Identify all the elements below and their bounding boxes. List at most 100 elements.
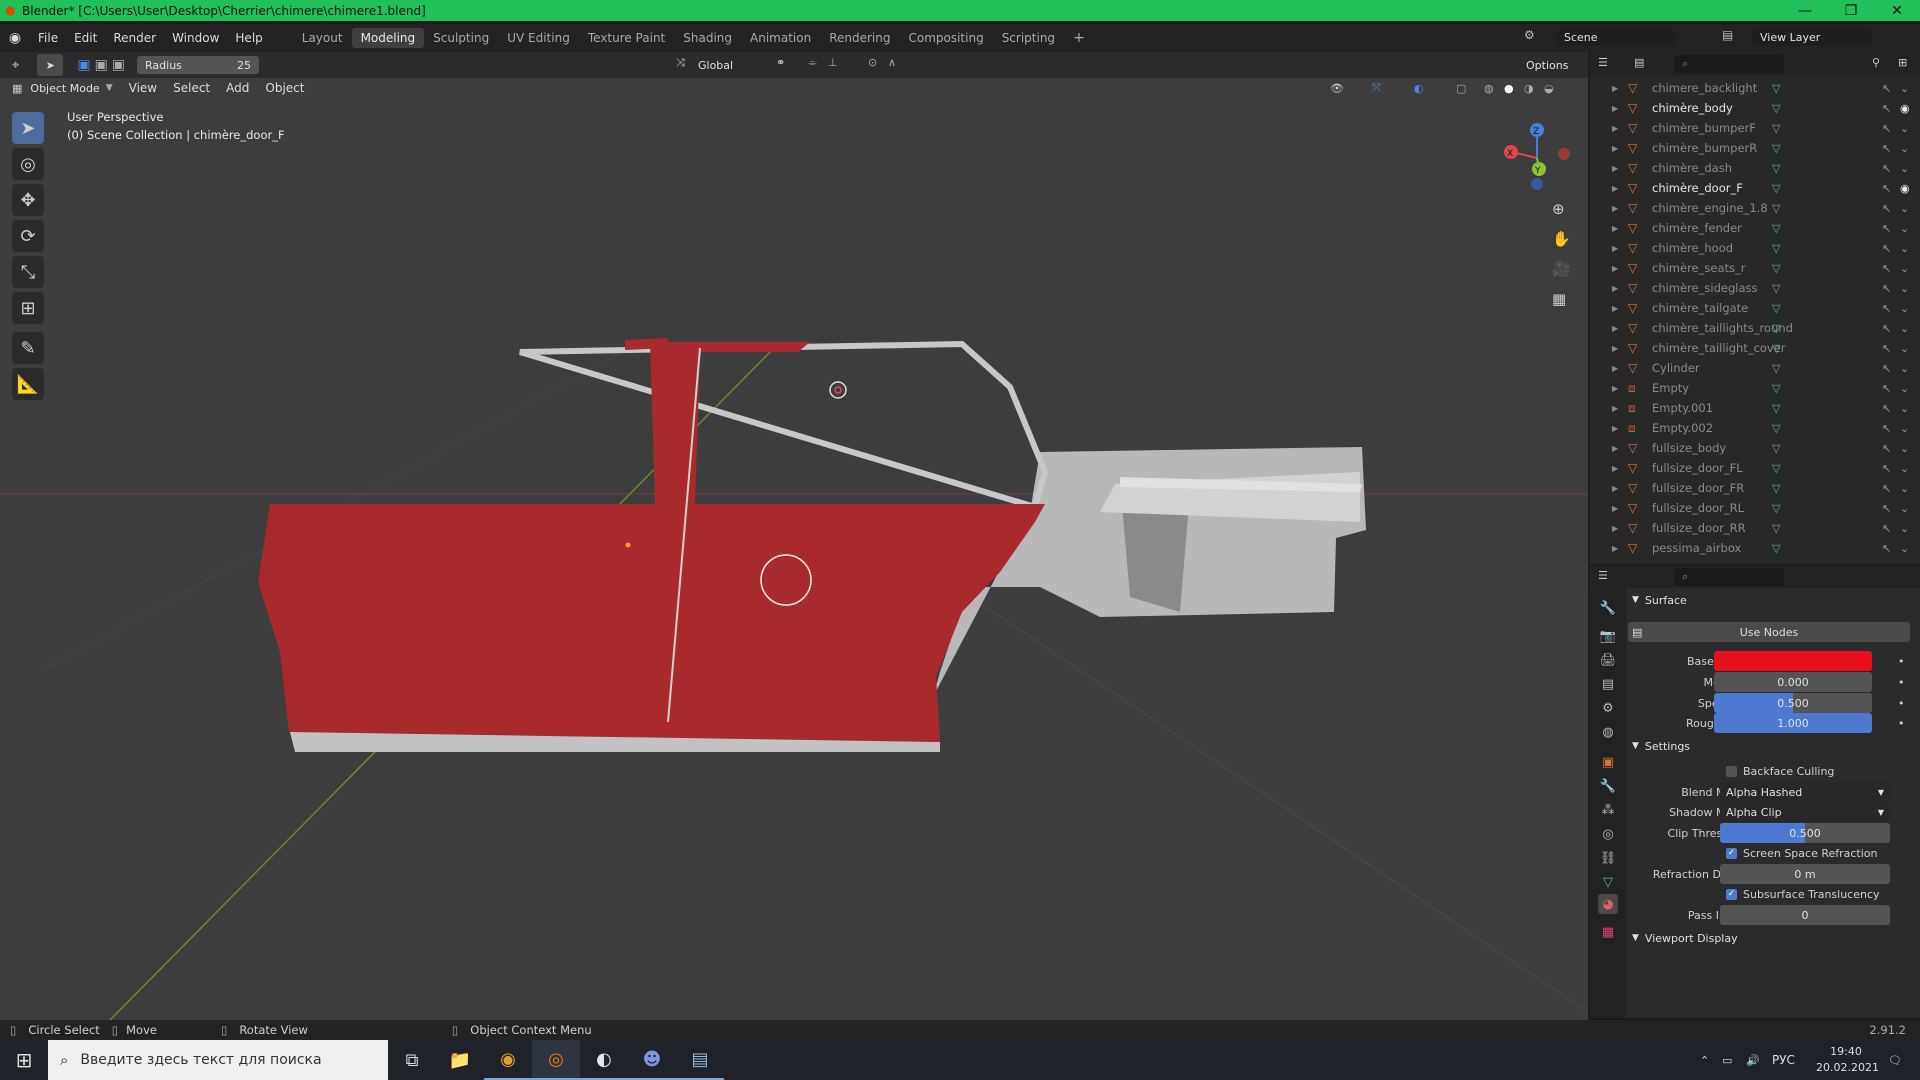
selectable-toggle-icon[interactable]: ↖ [1882, 402, 1891, 415]
scene-selector[interactable]: Scene [1556, 28, 1676, 46]
select-circle-tool[interactable]: ➤ [12, 112, 44, 144]
properties-search-input[interactable]: ⌕ [1674, 568, 1784, 586]
visibility-toggle-icon[interactable]: ⌄ [1900, 442, 1909, 455]
app-window-icon[interactable]: ▤ [676, 1040, 724, 1080]
gizmo-toggle-icon[interactable]: ⤧ [1372, 81, 1381, 95]
visibility-icon[interactable]: 👁 [1330, 82, 1344, 95]
visibility-toggle-icon[interactable]: ⌄ [1900, 242, 1909, 255]
visibility-toggle-icon[interactable]: ⌄ [1900, 402, 1909, 415]
expand-arrow-icon[interactable]: ▶ [1612, 384, 1618, 393]
falloff-icon[interactable]: ∧ [888, 56, 896, 69]
outliner-item[interactable]: ▶ ▽ Cylinder ▽ ↖ ⌄ [1590, 358, 1920, 378]
outliner-item[interactable]: ▶ ▽ chimère_taillight_cover ▽ ↖ ⌄ [1590, 338, 1920, 358]
visibility-toggle-icon[interactable]: ⌄ [1900, 262, 1909, 275]
expand-arrow-icon[interactable]: ▶ [1612, 544, 1618, 553]
3d-viewport[interactable]: Z X Y ⊕ ✋ 🎥 ▦ User Perspective (0) Scene… [0, 52, 1588, 1020]
outliner-item[interactable]: ▶ ▽ fullsize_door_RL ▽ ↖ ⌄ [1590, 498, 1920, 518]
blender-menu-icon[interactable]: ◉ [0, 30, 30, 46]
viewport-menu-add[interactable]: Add [218, 81, 257, 95]
visibility-toggle-icon[interactable]: ⌄ [1900, 322, 1909, 335]
selectable-toggle-icon[interactable]: ↖ [1882, 342, 1891, 355]
visibility-toggle-icon[interactable]: ⌄ [1900, 382, 1909, 395]
visibility-toggle-icon[interactable]: ◉ [1900, 182, 1910, 195]
select-mode-extend-icon[interactable]: ▣ [95, 57, 108, 73]
outliner-item[interactable]: ▶ ⧈ Empty.002 ▽ ↖ ⌄ [1590, 418, 1920, 438]
outliner-item[interactable]: ▶ ▽ fullsize_door_FR ▽ ↖ ⌄ [1590, 478, 1920, 498]
outliner-item[interactable]: ▶ ▽ chimère_sideglass ▽ ↖ ⌄ [1590, 278, 1920, 298]
language-indicator[interactable]: РУС [1772, 1053, 1795, 1067]
file-explorer-icon[interactable]: 📁 [436, 1040, 484, 1080]
network-icon[interactable]: ▭ [1722, 1054, 1732, 1067]
outliner-item[interactable]: ▶ ▽ chimère_engine_1.8 ▽ ↖ ⌄ [1590, 198, 1920, 218]
outliner-item[interactable]: ▶ ▽ pessima_airbox ▽ ↖ ⌄ [1590, 538, 1920, 558]
visibility-toggle-icon[interactable]: ⌄ [1900, 482, 1909, 495]
visibility-toggle-icon[interactable]: ⌄ [1900, 302, 1909, 315]
navigation-gizmo[interactable]: Z X Y [1492, 116, 1582, 196]
outliner-item[interactable]: ▶ ▽ chimère_bumperF ▽ ↖ ⌄ [1590, 118, 1920, 138]
options-dropdown[interactable]: Options [1518, 56, 1580, 74]
workspace-tab-shading[interactable]: Shading [674, 28, 741, 48]
pass-index-field[interactable]: 0 [1720, 905, 1890, 925]
menu-window[interactable]: Window [164, 31, 227, 45]
rendered-shading-icon[interactable]: ◒ [1544, 82, 1554, 95]
outliner-item[interactable]: ▶ ▽ chimère_seats_r ▽ ↖ ⌄ [1590, 258, 1920, 278]
material-shading-icon[interactable]: ◑ [1524, 82, 1534, 95]
blend-mode-dropdown[interactable]: Alpha Hashed ▼ [1720, 782, 1890, 802]
editor-type-icon[interactable]: ⌖ [12, 58, 19, 73]
workspace-tab-uv-editing[interactable]: UV Editing [498, 28, 579, 48]
display-mode-icon[interactable]: ▤ [1634, 56, 1644, 69]
outliner-item[interactable]: ▶ ▽ chimère_door_F ▽ ↖ ◉ [1590, 178, 1920, 198]
workspace-tab-layout[interactable]: Layout [293, 28, 352, 48]
zoom-icon[interactable]: ⊕ [1552, 200, 1565, 218]
visibility-toggle-icon[interactable]: ⌄ [1900, 502, 1909, 515]
outliner-item[interactable]: ▶ ▽ chimère_taillights_round ▽ ↖ ⌄ [1590, 318, 1920, 338]
tray-chevron-icon[interactable]: ⌃ [1700, 1054, 1709, 1067]
menu-help[interactable]: Help [227, 31, 270, 45]
selectable-toggle-icon[interactable]: ↖ [1882, 542, 1891, 555]
viewport-menu-view[interactable]: View [121, 81, 165, 95]
expand-arrow-icon[interactable]: ▶ [1612, 164, 1618, 173]
roughness-slider[interactable]: 1.000 [1714, 713, 1872, 733]
outliner-item[interactable]: ▶ ▽ chimère_tailgate ▽ ↖ ⌄ [1590, 298, 1920, 318]
selectable-toggle-icon[interactable]: ↖ [1882, 282, 1891, 295]
outliner-search-input[interactable]: ⌕ [1674, 55, 1784, 73]
render-tab-icon[interactable]: 📷 [1598, 626, 1618, 646]
pivot-icon[interactable]: ⚭ [776, 56, 785, 69]
clip-threshold-slider[interactable]: 0.500 [1720, 823, 1890, 843]
expand-arrow-icon[interactable]: ▶ [1612, 424, 1618, 433]
selectable-toggle-icon[interactable]: ↖ [1882, 522, 1891, 535]
expand-arrow-icon[interactable]: ▶ [1612, 264, 1618, 273]
snap-icon[interactable]: ⌯ [808, 56, 817, 70]
visibility-toggle-icon[interactable]: ◉ [1900, 102, 1910, 115]
specular-slider[interactable]: 0.500 [1714, 693, 1872, 713]
selectable-toggle-icon[interactable]: ↖ [1882, 322, 1891, 335]
new-collection-icon[interactable]: ⊞ [1898, 56, 1907, 69]
discord-icon[interactable]: ☻ [628, 1040, 676, 1080]
restore-icon[interactable]: ❐ [1828, 0, 1874, 21]
mode-dropdown[interactable]: Object Mode [30, 82, 99, 95]
wireframe-shading-icon[interactable]: ◍ [1484, 82, 1494, 95]
selectable-toggle-icon[interactable]: ↖ [1882, 142, 1891, 155]
expand-arrow-icon[interactable]: ▶ [1612, 104, 1618, 113]
outliner-item[interactable]: ▶ ▽ chimère_bumperR ▽ ↖ ⌄ [1590, 138, 1920, 158]
expand-arrow-icon[interactable]: ▶ [1612, 244, 1618, 253]
keyframe-dot-icon[interactable]: • [1898, 676, 1905, 689]
selectable-toggle-icon[interactable]: ↖ [1882, 442, 1891, 455]
steam-icon[interactable]: ◐ [580, 1040, 628, 1080]
measure-tool[interactable]: 📐 [12, 368, 44, 400]
expand-arrow-icon[interactable]: ▶ [1612, 284, 1618, 293]
outliner-item[interactable]: ▶ ▽ fullsize_door_FL ▽ ↖ ⌄ [1590, 458, 1920, 478]
annotate-tool[interactable]: ✎ [12, 332, 44, 364]
visibility-toggle-icon[interactable]: ⌄ [1900, 82, 1909, 95]
transform-tool[interactable]: ⊞ [12, 292, 44, 324]
expand-arrow-icon[interactable]: ▶ [1612, 504, 1618, 513]
selectable-toggle-icon[interactable]: ↖ [1882, 502, 1891, 515]
keyframe-dot-icon[interactable]: • [1898, 717, 1905, 730]
cursor-tool[interactable]: ◎ [12, 148, 44, 180]
backface-culling-checkbox[interactable] [1726, 765, 1737, 777]
base-color-swatch[interactable] [1714, 651, 1872, 671]
expand-arrow-icon[interactable]: ▶ [1612, 304, 1618, 313]
viewport-menu-select[interactable]: Select [165, 81, 218, 95]
expand-arrow-icon[interactable]: ▶ [1612, 484, 1618, 493]
viewport-display-panel-header[interactable]: ▼ Viewport Display [1626, 928, 1920, 948]
